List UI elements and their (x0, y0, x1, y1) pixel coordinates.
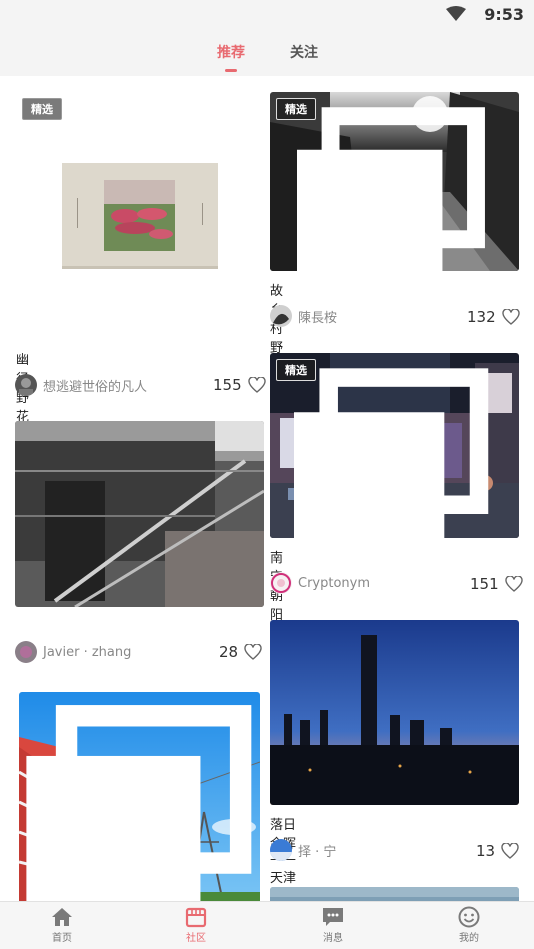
post-image[interactable]: 精选 (270, 353, 519, 538)
post-image[interactable] (19, 692, 260, 901)
like-count: 151 (470, 575, 499, 593)
avatar[interactable] (15, 374, 37, 396)
heart-icon[interactable] (244, 644, 262, 660)
like-control[interactable]: 132 (467, 308, 520, 326)
smiley-icon (458, 906, 480, 928)
active-tab-indicator (225, 69, 237, 72)
post-feed[interactable]: 精选 幽径野花 想逃避世俗的凡人 155 精 (0, 76, 534, 901)
bottom-nav: 首页 社区 消息 我的 (0, 901, 534, 949)
home-icon (52, 908, 72, 926)
post-image[interactable] (15, 421, 264, 607)
author-row[interactable]: 想逃避世俗的凡人 (15, 374, 147, 396)
multi-image-icon (297, 107, 485, 271)
like-count: 155 (213, 376, 242, 394)
avatar[interactable] (270, 572, 292, 594)
featured-badge: 精选 (22, 98, 62, 120)
heart-icon[interactable] (247, 377, 266, 393)
nav-home-label: 首页 (52, 933, 72, 944)
avatar[interactable] (270, 839, 292, 861)
wifi-icon (446, 6, 466, 21)
multi-image-icon (294, 368, 489, 538)
author-name[interactable]: 陳長桉 (298, 307, 337, 326)
author-name[interactable]: 想逃避世俗的凡人 (43, 376, 147, 395)
avatar[interactable] (15, 641, 37, 663)
heart-icon[interactable] (504, 576, 523, 592)
post-image[interactable] (270, 620, 519, 805)
nav-home[interactable]: 首页 (32, 906, 92, 949)
like-control[interactable]: 13 (476, 842, 519, 860)
author-row[interactable]: Javier · zhang (15, 641, 131, 663)
community-icon (185, 907, 207, 928)
author-row[interactable]: Cryptonym (270, 572, 370, 594)
multi-image-icon (26, 705, 252, 901)
message-icon (323, 908, 343, 926)
status-time: 9:53 (484, 5, 524, 24)
like-count: 28 (219, 643, 239, 661)
nav-mine-label: 我的 (459, 933, 479, 944)
nav-messages-label: 消息 (323, 933, 343, 944)
avatar[interactable] (270, 305, 292, 327)
author-name[interactable]: Cryptonym (298, 576, 370, 591)
nav-messages[interactable]: 消息 (303, 906, 363, 949)
nav-community[interactable]: 社区 (166, 906, 226, 949)
author-name[interactable]: 择 · 宁 (298, 841, 336, 860)
like-count: 13 (476, 842, 496, 860)
heart-icon[interactable] (501, 843, 519, 859)
author-name[interactable]: Javier · zhang (43, 645, 131, 660)
like-control[interactable]: 28 (219, 643, 262, 661)
post-image[interactable] (270, 887, 519, 901)
like-control[interactable]: 151 (470, 575, 523, 593)
author-row[interactable]: 陳長桉 (270, 305, 337, 327)
like-control[interactable]: 155 (213, 376, 266, 394)
author-row[interactable]: 择 · 宁 (270, 839, 336, 861)
status-bar: 9:53 (0, 0, 534, 28)
like-count: 132 (467, 308, 496, 326)
heart-icon[interactable] (501, 309, 520, 325)
post-image[interactable]: 精选 (270, 92, 519, 271)
post-image[interactable]: 精选 (15, 88, 263, 340)
tab-follow[interactable]: 关注 (290, 42, 318, 62)
nav-community-label: 社区 (186, 933, 206, 944)
tab-recommend[interactable]: 推荐 (217, 42, 245, 62)
nav-mine[interactable]: 我的 (439, 906, 499, 949)
top-tab-bar: 推荐 关注 (0, 28, 534, 76)
